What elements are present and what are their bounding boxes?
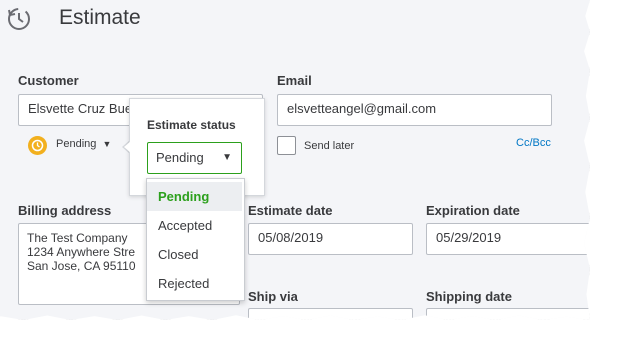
ship-via-field[interactable] <box>248 308 413 320</box>
estimate-status-select[interactable]: Pending ▼ <box>147 142 242 174</box>
status-option-accepted[interactable]: Accepted <box>147 211 242 240</box>
estimate-date-field[interactable]: 05/08/2019 <box>248 223 413 255</box>
shipping-date-field[interactable] <box>426 308 590 320</box>
estimate-status-dropdown: Pending Accepted Closed Rejected <box>146 178 245 301</box>
customer-label: Customer <box>18 73 79 88</box>
email-field[interactable]: elsvetteangel@gmail.com <box>277 94 552 126</box>
status-option-rejected[interactable]: Rejected <box>147 269 242 298</box>
send-later-checkbox[interactable] <box>277 136 296 155</box>
popover-pointer-inner <box>124 141 131 153</box>
status-badge[interactable]: Pending ▼ <box>56 138 111 150</box>
expiration-date-field[interactable]: 05/29/2019 <box>426 223 590 255</box>
status-option-pending[interactable]: Pending <box>147 182 242 211</box>
expiration-date-label: Expiration date <box>426 203 520 218</box>
shipping-date-label: Shipping date <box>426 289 512 304</box>
estimate-panel: Estimate Customer Elsvette Cruz Bue Pend… <box>0 0 590 320</box>
status-option-closed[interactable]: Closed <box>147 240 242 269</box>
send-later-label: Send later <box>304 140 355 152</box>
billing-address-label: Billing address <box>18 203 112 218</box>
status-badge-label: Pending <box>56 138 97 150</box>
ship-via-label: Ship via <box>248 289 298 304</box>
estimate-status-title: Estimate status <box>147 118 236 132</box>
estimate-date-label: Estimate date <box>248 203 333 218</box>
estimate-clock-icon <box>8 8 30 30</box>
page-title: Estimate <box>59 6 141 29</box>
status-clock-icon <box>28 136 47 155</box>
caret-down-icon: ▼ <box>102 139 112 149</box>
email-label: Email <box>277 73 312 88</box>
cc-bcc-link[interactable]: Cc/Bcc <box>516 137 551 149</box>
estimate-status-value: Pending <box>156 150 204 165</box>
caret-down-icon: ▼ <box>222 152 232 163</box>
